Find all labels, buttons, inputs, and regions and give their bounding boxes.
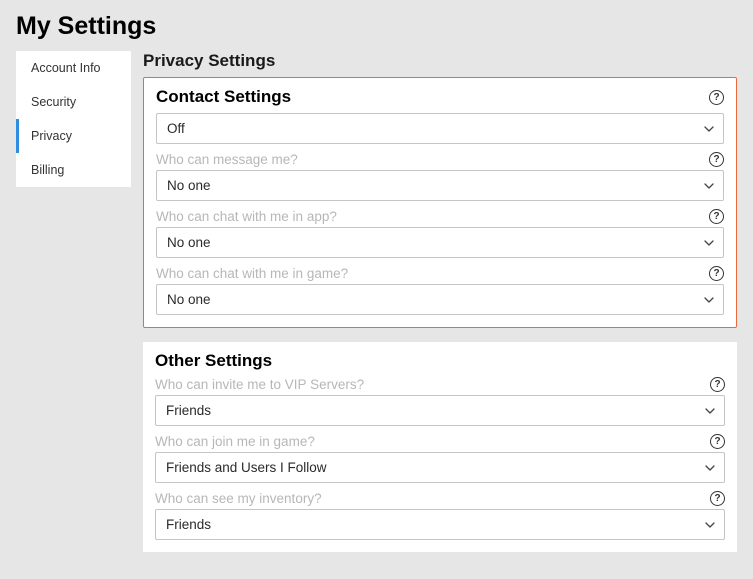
select-wrap: Friends [155,395,725,426]
select-wrap: No one [156,170,724,201]
select-value: Friends [166,517,211,532]
select-who-can-see-my-inventory[interactable]: Friends [155,509,725,540]
panel-contact-settings: Contact Settings? Off Who can message me??… [143,77,737,328]
panel-title: Contact Settings [156,87,291,107]
setting-label: Who can chat with me in app? [156,209,337,224]
setting-label: Who can invite me to VIP Servers? [155,377,364,392]
help-icon[interactable]: ? [709,266,724,281]
sidebar-item-label: Security [31,95,76,109]
select-who-can-join-me-in-game[interactable]: Friends and Users I Follow [155,452,725,483]
select-who-can-chat-with-me-in-game[interactable]: No one [156,284,724,315]
select-who-can-message-me[interactable]: No one [156,170,724,201]
select-value: Off [167,121,185,136]
setting-label: Who can chat with me in game? [156,266,348,281]
select-wrap: Friends and Users I Follow [155,452,725,483]
help-icon[interactable]: ? [709,90,724,105]
sidebar-item-label: Privacy [31,129,72,143]
sidebar-item-label: Account Info [31,61,101,75]
setting-label-row: Who can chat with me in app?? [156,209,724,224]
sidebar-item-security[interactable]: Security [16,85,131,119]
help-icon[interactable]: ? [710,434,725,449]
select-wrap: Off [156,113,724,144]
setting-label-row: Who can join me in game?? [155,434,725,449]
setting-label-row: Who can message me?? [156,152,724,167]
setting-label: Who can message me? [156,152,298,167]
panel-other-settings: Other Settings Who can invite me to VIP S… [143,342,737,552]
panel-title-row: Other Settings [155,351,725,371]
select-value: No one [167,292,211,307]
sidebar-item-billing[interactable]: Billing [16,153,131,187]
sidebar: Account Info Security Privacy Billing [16,51,131,187]
page-title: My Settings [0,0,753,51]
sidebar-item-label: Billing [31,163,64,177]
help-icon[interactable]: ? [709,209,724,224]
help-icon[interactable]: ? [710,491,725,506]
select-wrap: No one [156,227,724,258]
layout: Account Info Security Privacy Billing Priva… [0,51,753,566]
section-title: Privacy Settings [143,51,737,71]
select-value: No one [167,235,211,250]
sidebar-item-privacy[interactable]: Privacy [16,119,131,153]
setting-label-row: Who can see my inventory?? [155,491,725,506]
help-icon[interactable]: ? [710,377,725,392]
setting-label: Who can join me in game? [155,434,315,449]
sidebar-item-account-info[interactable]: Account Info [16,51,131,85]
select-who-can-chat-with-me-in-app[interactable]: No one [156,227,724,258]
select-who-can-invite-me-to-vip-servers[interactable]: Friends [155,395,725,426]
select-wrap: Friends [155,509,725,540]
select-value: No one [167,178,211,193]
setting-label-row: Who can invite me to VIP Servers?? [155,377,725,392]
panel-title-row: Contact Settings? [156,87,724,107]
setting-label: Who can see my inventory? [155,491,322,506]
select-value: Friends [166,403,211,418]
setting-label-row: Who can chat with me in game?? [156,266,724,281]
main: Privacy Settings Contact Settings? Off Who… [143,51,737,566]
panel-title: Other Settings [155,351,272,371]
help-icon[interactable]: ? [709,152,724,167]
select-wrap: No one [156,284,724,315]
select-value: Friends and Users I Follow [166,460,327,475]
select-privacy-level[interactable]: Off [156,113,724,144]
